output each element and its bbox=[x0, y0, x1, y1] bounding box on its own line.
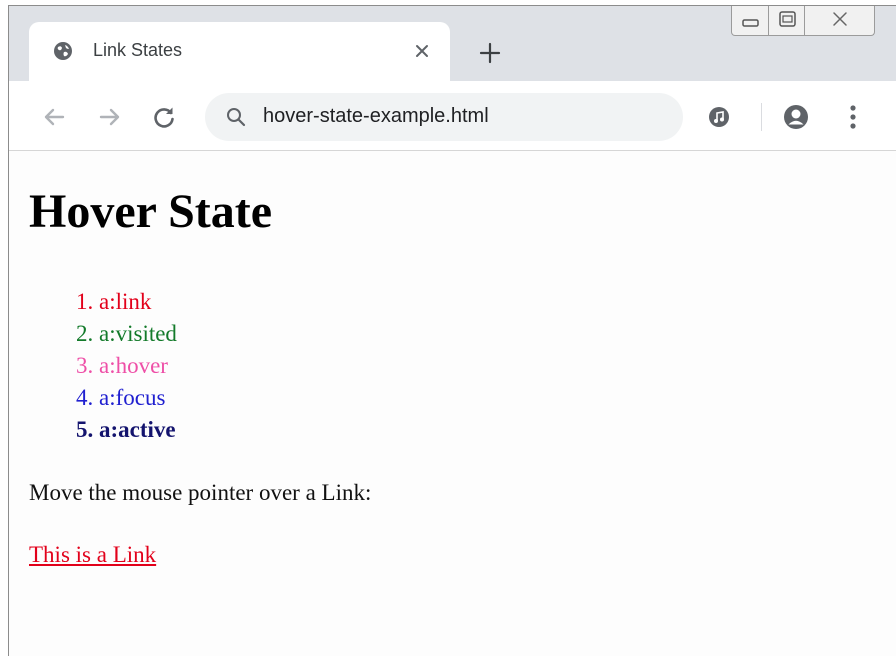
browser-toolbar: hover-state-example.html bbox=[9, 81, 896, 151]
minimize-icon bbox=[742, 19, 759, 27]
list-item: a:visited bbox=[99, 318, 177, 350]
list-item: a:active bbox=[99, 414, 177, 446]
restore-button[interactable] bbox=[768, 6, 805, 36]
address-bar[interactable]: hover-state-example.html bbox=[205, 93, 683, 141]
minimize-button[interactable] bbox=[731, 6, 769, 36]
tab-title: Link States bbox=[93, 40, 183, 60]
list-item: a:hover bbox=[99, 350, 177, 382]
tab-link-states[interactable]: Link States bbox=[29, 22, 450, 81]
close-icon bbox=[833, 12, 847, 26]
window-close-button[interactable] bbox=[804, 6, 875, 36]
menu-icon[interactable] bbox=[847, 104, 859, 130]
link-states-list: a:link a:visited a:hover a:focus a:activ… bbox=[29, 286, 177, 446]
globe-icon bbox=[53, 41, 73, 61]
media-icon[interactable] bbox=[707, 105, 731, 129]
restore-icon bbox=[779, 11, 796, 27]
back-icon[interactable] bbox=[41, 104, 67, 130]
forward-icon[interactable] bbox=[97, 104, 123, 130]
tab-strip: Link States bbox=[9, 6, 896, 81]
toolbar-divider bbox=[761, 103, 762, 131]
demo-link[interactable]: This is a Link bbox=[29, 542, 156, 568]
new-tab-icon[interactable] bbox=[479, 42, 501, 64]
page-content: Hover State a:link a:visited a:hover a:f… bbox=[9, 152, 896, 657]
list-item: a:focus bbox=[99, 382, 177, 414]
profile-icon[interactable] bbox=[782, 103, 810, 131]
tab-close-icon[interactable] bbox=[413, 42, 431, 60]
instruction-text: Move the mouse pointer over a Link: bbox=[29, 480, 372, 505]
address-text: hover-state-example.html bbox=[263, 105, 489, 127]
reload-icon[interactable] bbox=[151, 104, 177, 130]
list-item: a:link bbox=[99, 286, 177, 318]
search-icon bbox=[225, 106, 247, 128]
browser-window: Link States hover-state-example.html Hov… bbox=[8, 5, 896, 656]
page-heading: Hover State bbox=[29, 185, 273, 238]
